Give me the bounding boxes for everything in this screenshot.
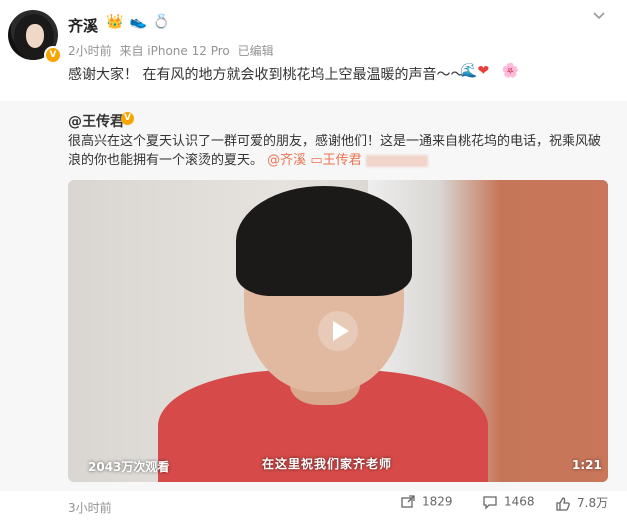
blurred-region [365, 154, 428, 167]
post-text: 感谢大家！ 在有风的地方就会收到桃花坞上空最温暖的声音～～ [68, 67, 465, 83]
mention-wangchuanjun[interactable]: 王传君 [323, 153, 362, 168]
repost-author[interactable]: @王传君 [68, 111, 124, 131]
link-icon[interactable]: ▭ [310, 153, 322, 168]
user-badges: 👑 👟 💍 [106, 14, 176, 30]
edited-label[interactable]: 已编辑 [238, 44, 274, 58]
comment-icon [483, 496, 497, 510]
thumbs-up-icon [556, 496, 570, 511]
comment-button[interactable]: 1468 [482, 494, 535, 510]
mention-qixi[interactable]: @齐溪 [267, 153, 306, 168]
post-time[interactable]: 2小时前 [68, 44, 112, 58]
video-duration: 1:21 [572, 458, 602, 472]
post-emojis: 🌊❤ 🌸 [460, 63, 519, 79]
username[interactable]: 齐溪 [68, 15, 98, 36]
video-player[interactable]: 2043万次观看 在这里祝我们家齐老师 1:21 [68, 180, 608, 482]
post-meta: 2小时前 来自 iPhone 12 Pro 已编辑 [68, 42, 278, 59]
flower-emoji-icon: 🌸 [501, 63, 520, 79]
crown-heart-icon: 👑 [106, 14, 126, 30]
ring-icon: 💍 [152, 14, 173, 30]
like-button[interactable]: 7.8万 [555, 494, 608, 512]
weibo-post: V 齐溪 👑 👟 💍 2小时前 来自 iPhone 12 Pro 已编辑 感谢大家！… [0, 0, 627, 528]
video-views: 2043万次观看 [88, 460, 170, 474]
forward-count: 1829 [422, 494, 453, 509]
video-subtitle: 在这里祝我们家齐老师 [262, 457, 393, 471]
heart-emoji-icon: ❤ [477, 63, 490, 79]
comment-count: 1468 [504, 494, 535, 509]
like-count: 7.8万 [577, 496, 609, 510]
forward-icon [401, 495, 415, 508]
repost-text: 很高兴在这个夏天认识了一群可爱的朋友，感谢他们！这是一通来自桃花坞的电话，祝乘风… [68, 132, 608, 170]
wave-emoji-icon: 🌊 [460, 63, 478, 79]
repost-time[interactable]: 3小时前 [68, 499, 112, 516]
chevron-down-icon[interactable] [592, 8, 606, 22]
forward-button[interactable]: 1829 [400, 494, 453, 510]
shoe-icon: 👟 [129, 14, 149, 30]
repost-verified-icon: V [121, 112, 134, 125]
verified-badge-icon: V [44, 46, 62, 64]
play-button-icon[interactable] [318, 311, 358, 351]
post-source: 来自 iPhone 12 Pro [119, 44, 230, 58]
avatar-face [26, 24, 44, 48]
video-person-hair [236, 186, 412, 296]
